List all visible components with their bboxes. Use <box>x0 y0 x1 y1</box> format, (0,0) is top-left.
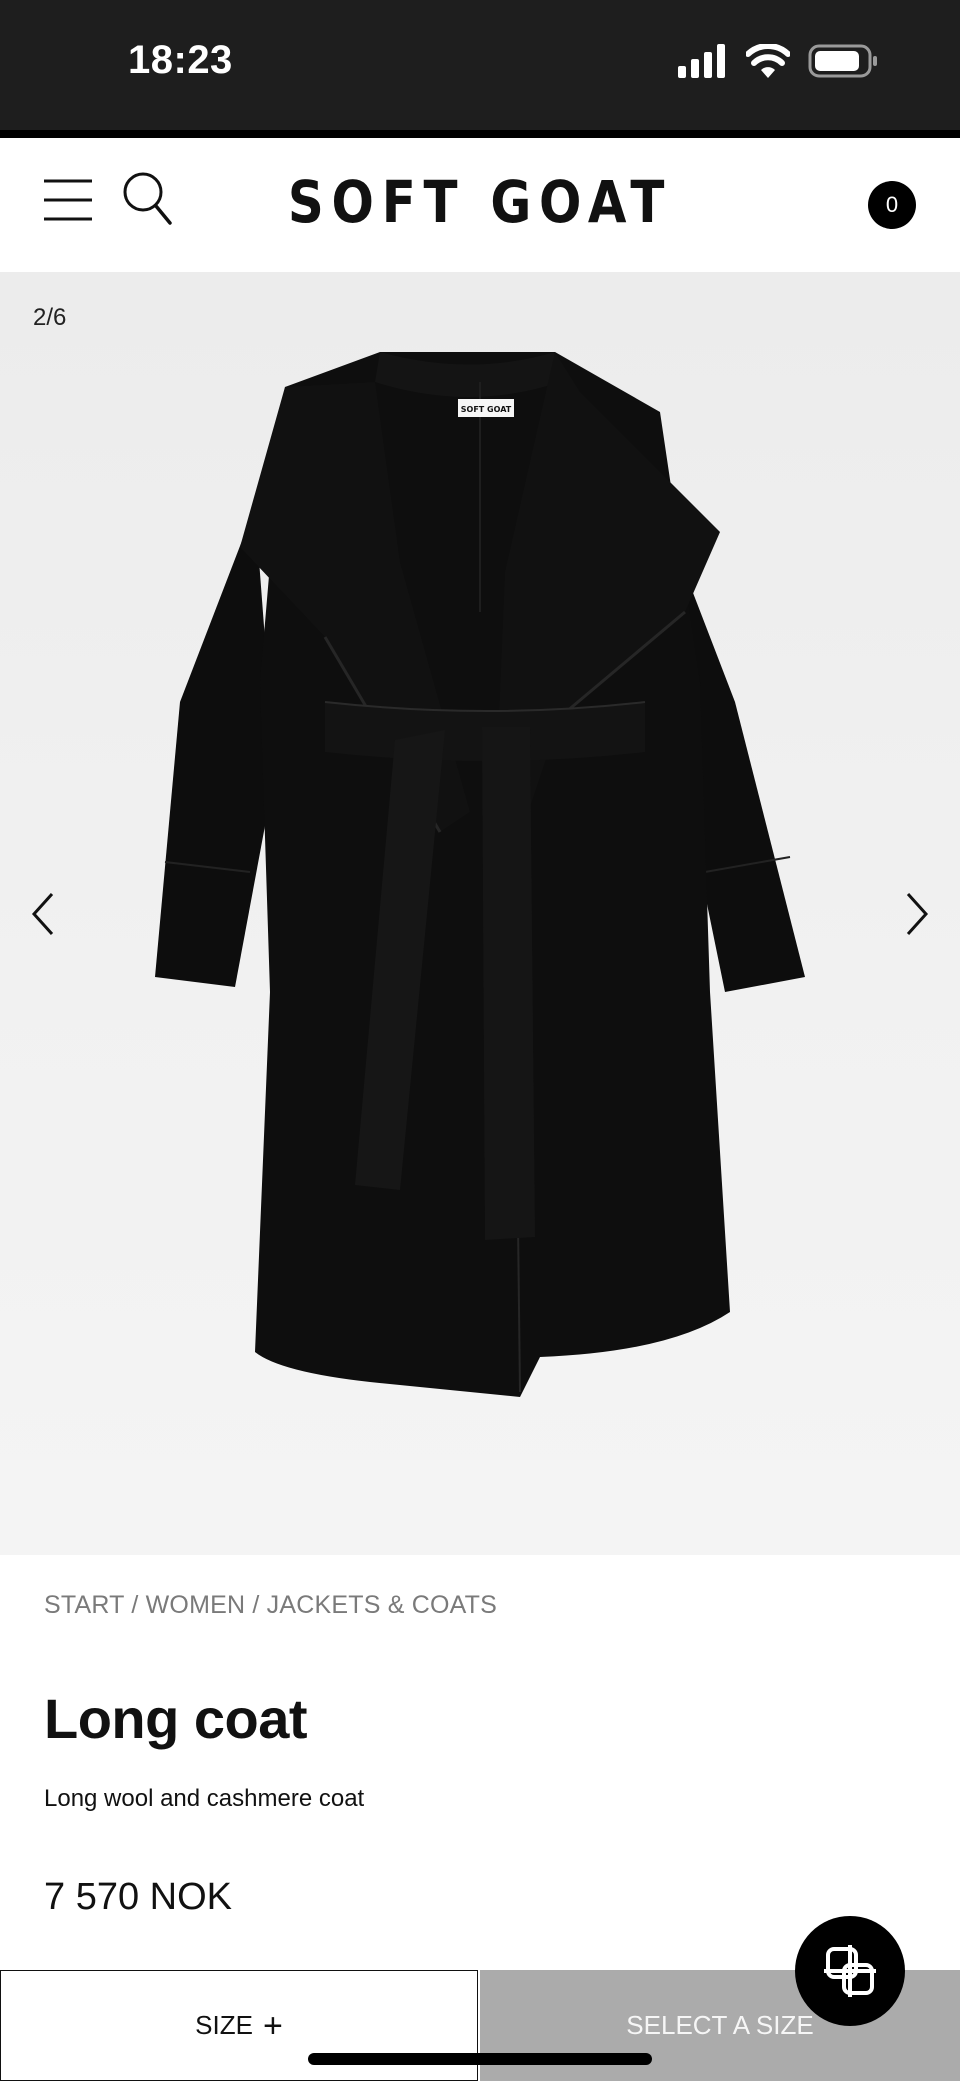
product-gallery[interactable]: 2/6 SOFT GOAT <box>0 272 960 1555</box>
site-header: SOFT GOAT 0 <box>0 138 960 272</box>
cart-button[interactable]: 0 <box>868 181 916 229</box>
product-price: 7 570 NOK <box>44 1876 232 1918</box>
home-indicator <box>308 2053 652 2065</box>
chevron-right-icon[interactable] <box>896 884 936 944</box>
wifi-icon <box>746 44 790 78</box>
status-time: 18:23 <box>128 38 233 82</box>
breadcrumb-separator: / <box>245 1591 267 1619</box>
header-divider <box>0 130 960 138</box>
plus-icon: + <box>262 2006 283 2045</box>
product-title: Long coat <box>44 1687 308 1750</box>
size-label: SIZE <box>195 2010 253 2040</box>
status-icons <box>678 44 878 78</box>
breadcrumb-jackets-coats[interactable]: JACKETS & COATS <box>267 1591 497 1619</box>
chat-button[interactable] <box>795 1916 905 2026</box>
chat-logo-icon <box>824 1945 876 1997</box>
brand-logo[interactable]: SOFT GOAT <box>67 168 893 236</box>
coat-label-text: SOFT GOAT <box>461 405 512 414</box>
product-image-coat: SOFT GOAT <box>155 352 805 1397</box>
product-description: Long wool and cashmere coat <box>44 1785 365 1812</box>
breadcrumb-separator: / <box>124 1591 146 1619</box>
gallery-counter: 2/6 <box>33 304 67 331</box>
breadcrumb-start[interactable]: START <box>44 1591 124 1619</box>
breadcrumb: START / WOMEN / JACKETS & COATS <box>44 1591 497 1620</box>
signal-icon <box>678 44 725 78</box>
breadcrumb-women[interactable]: WOMEN <box>146 1591 246 1619</box>
chevron-left-icon[interactable] <box>24 884 64 944</box>
status-bar: 18:23 <box>0 0 960 130</box>
battery-icon <box>808 44 877 78</box>
